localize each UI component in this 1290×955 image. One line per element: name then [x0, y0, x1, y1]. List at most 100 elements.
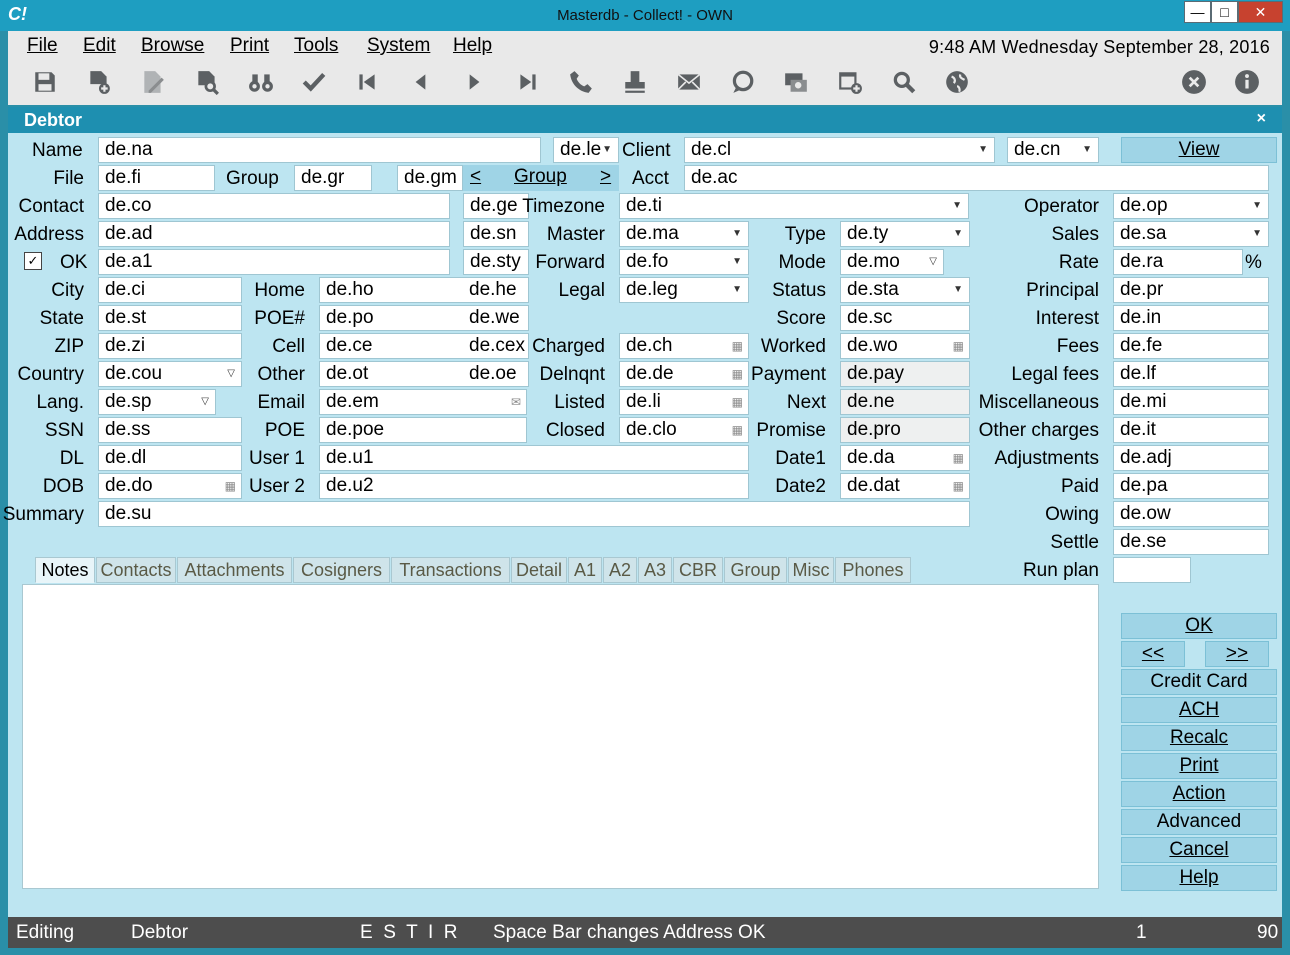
ach-button[interactable]: ACH — [1121, 697, 1277, 723]
save-icon[interactable] — [28, 65, 62, 99]
principal-field[interactable]: de.pr — [1113, 277, 1269, 303]
acct-field[interactable]: de.ac — [684, 165, 1269, 191]
tab-misc[interactable]: Misc — [788, 557, 834, 583]
action-button[interactable]: Action — [1121, 781, 1277, 807]
last-record-icon[interactable] — [511, 65, 545, 99]
maximize-button[interactable]: □ — [1211, 1, 1238, 23]
group-field[interactable]: de.gr — [294, 165, 372, 191]
tab-contacts[interactable]: Contacts — [96, 557, 176, 583]
paid-field[interactable]: de.pa — [1113, 473, 1269, 499]
other-charges-field[interactable]: de.it — [1113, 417, 1269, 443]
print-button[interactable]: Print — [1121, 753, 1277, 779]
tab-phones[interactable]: Phones — [835, 557, 911, 583]
user2-field[interactable]: de.u2 — [319, 473, 749, 499]
checkmark-icon[interactable] — [297, 65, 331, 99]
tab-notes[interactable]: Notes — [35, 557, 95, 583]
dob-field[interactable]: de.do ▦ — [98, 473, 242, 499]
menu-print[interactable]: Print — [230, 35, 269, 57]
credit-card-button[interactable]: Credit Card — [1121, 669, 1277, 695]
binoculars-icon[interactable] — [244, 65, 278, 99]
menu-browse[interactable]: Browse — [141, 35, 204, 57]
worked-date-field[interactable]: de.wo ▦ — [840, 333, 970, 359]
settle-field[interactable]: de.se — [1113, 529, 1269, 555]
name-field[interactable]: de.na — [98, 137, 541, 163]
view-button[interactable]: View — [1121, 137, 1277, 163]
client-select[interactable]: de.cl ▼ — [684, 137, 995, 163]
tab-cbr[interactable]: CBR — [673, 557, 723, 583]
contact-field[interactable]: de.co — [98, 193, 450, 219]
menu-edit[interactable]: Edit — [83, 35, 116, 57]
legal-fees-field[interactable]: de.lf — [1113, 361, 1269, 387]
closed-date-field[interactable]: de.clo ▦ — [619, 417, 749, 443]
email-field[interactable]: de.em ✉ — [319, 389, 527, 415]
ssn-field[interactable]: de.ss — [98, 417, 242, 443]
form-close-button[interactable]: × — [1257, 110, 1266, 128]
address-line1-field[interactable]: de.a1 — [98, 249, 450, 275]
calendar-icon[interactable]: ▦ — [732, 362, 743, 386]
dl-field[interactable]: de.dl — [98, 445, 242, 471]
sales-select[interactable]: de.sa ▼ — [1113, 221, 1269, 247]
fees-field[interactable]: de.fe — [1113, 333, 1269, 359]
advanced-button[interactable]: Advanced — [1121, 809, 1277, 835]
interest-field[interactable]: de.in — [1113, 305, 1269, 331]
listed-date-field[interactable]: de.li ▦ — [619, 389, 749, 415]
menu-file[interactable]: File — [27, 35, 58, 57]
rate-field[interactable]: de.ra — [1113, 249, 1243, 275]
tab-detail[interactable]: Detail — [511, 557, 567, 583]
tab-group[interactable]: Group — [724, 557, 787, 583]
address-ok-checkbox[interactable]: ✓ — [24, 252, 42, 270]
date2-field[interactable]: de.dat ▦ — [840, 473, 970, 499]
city-field[interactable]: de.ci — [98, 277, 242, 303]
group-next-button[interactable]: > — [600, 166, 611, 188]
master-select[interactable]: de.ma ▼ — [619, 221, 749, 247]
menu-tools[interactable]: Tools — [294, 35, 338, 57]
timezone-select[interactable]: de.ti ▼ — [619, 193, 969, 219]
phone-icon[interactable] — [564, 65, 598, 99]
help-button[interactable]: Help — [1121, 865, 1277, 891]
calendar-icon[interactable]: ▦ — [732, 418, 743, 442]
country-select[interactable]: de.cou ▽ — [98, 361, 242, 387]
menu-system[interactable]: System — [367, 35, 430, 57]
poe-field[interactable]: de.poe — [319, 417, 527, 443]
previous-record-icon[interactable] — [404, 65, 438, 99]
tab-cosigners[interactable]: Cosigners — [293, 557, 390, 583]
calendar-icon[interactable]: ▦ — [225, 474, 236, 498]
le-select[interactable]: de.le ▼ — [553, 137, 619, 163]
forward-select[interactable]: de.fo ▼ — [619, 249, 749, 275]
next-debtor-button[interactable]: >> — [1205, 641, 1269, 667]
find-record-icon[interactable] — [190, 65, 224, 99]
calendar-icon[interactable]: ▦ — [732, 390, 743, 414]
credit-card-icon[interactable] — [779, 65, 813, 99]
status-select[interactable]: de.sta ▼ — [840, 277, 970, 303]
tab-transactions[interactable]: Transactions — [391, 557, 510, 583]
window-close-button[interactable]: ✕ — [1238, 1, 1283, 23]
run-plan-field[interactable] — [1113, 557, 1191, 583]
date1-field[interactable]: de.da ▦ — [840, 445, 970, 471]
next-record-icon[interactable] — [457, 65, 491, 99]
owing-field[interactable]: de.ow — [1113, 501, 1269, 527]
cancel-button[interactable]: Cancel — [1121, 837, 1277, 863]
state-field[interactable]: de.st — [98, 305, 242, 331]
menu-help[interactable]: Help — [453, 35, 492, 57]
miscellaneous-field[interactable]: de.mi — [1113, 389, 1269, 415]
recalc-button[interactable]: Recalc — [1121, 725, 1277, 751]
delinquent-date-field[interactable]: de.de ▦ — [619, 361, 749, 387]
language-select[interactable]: de.sp ▽ — [98, 389, 216, 415]
chat-bubble-icon[interactable] — [725, 65, 759, 99]
we-field[interactable]: de.we — [463, 305, 529, 331]
minimize-button[interactable]: — — [1184, 1, 1211, 23]
tab-a3[interactable]: A3 — [638, 557, 672, 583]
tab-a2[interactable]: A2 — [603, 557, 637, 583]
legal-select[interactable]: de.leg ▼ — [619, 277, 749, 303]
envelope-icon[interactable] — [672, 65, 706, 99]
info-icon[interactable] — [1230, 65, 1264, 99]
gm-field[interactable]: de.gm — [397, 165, 463, 191]
mode-select[interactable]: de.mo ▽ — [840, 249, 944, 275]
calendar-icon[interactable]: ▦ — [732, 334, 743, 358]
charged-date-field[interactable]: de.ch ▦ — [619, 333, 749, 359]
zip-field[interactable]: de.zi — [98, 333, 242, 359]
globe-icon[interactable] — [940, 65, 974, 99]
ok-button[interactable]: OK — [1121, 613, 1277, 639]
previous-debtor-button[interactable]: << — [1121, 641, 1185, 667]
adjustments-field[interactable]: de.adj — [1113, 445, 1269, 471]
